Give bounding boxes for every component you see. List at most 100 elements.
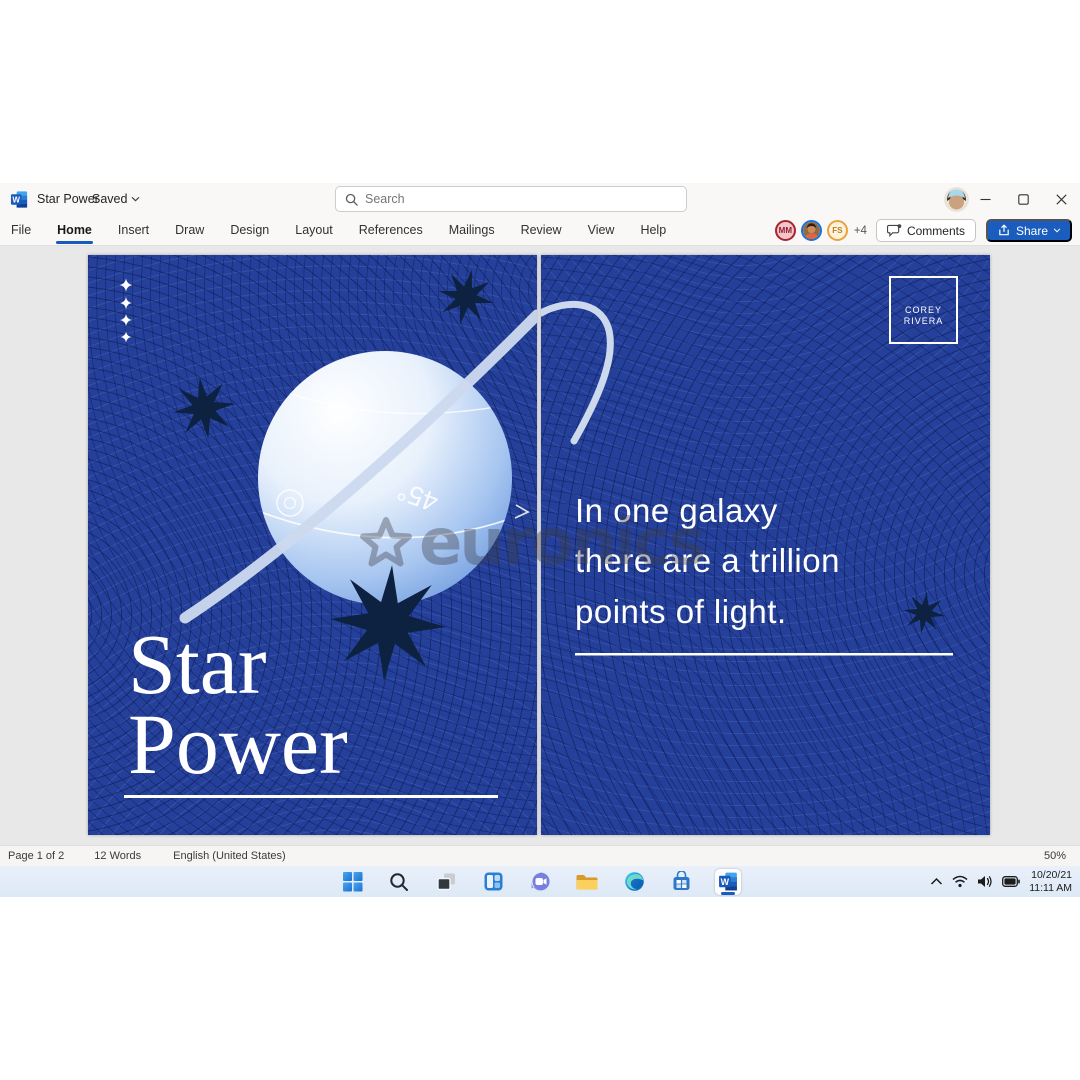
file-explorer-icon <box>576 871 598 892</box>
widgets-button[interactable] <box>480 869 506 895</box>
search-icon <box>345 193 358 206</box>
author-name-line1: COREY <box>905 305 942 315</box>
document-title: Star Power <box>37 192 99 206</box>
page-indicator[interactable]: Page 1 of 2 <box>8 850 64 862</box>
word-taskbar-icon: W <box>718 871 739 892</box>
tray-time: 11:11 AM <box>1029 882 1072 895</box>
taskbar-icons: W <box>339 866 741 897</box>
microsoft-store-button[interactable] <box>668 869 694 895</box>
latitude-arrow-icon <box>515 505 528 518</box>
close-button[interactable] <box>1042 183 1080 216</box>
start-button[interactable] <box>339 869 365 895</box>
save-status-dropdown[interactable]: Saved <box>92 192 140 206</box>
black-star-icon <box>169 373 239 443</box>
maximize-button[interactable] <box>1004 183 1042 216</box>
file-explorer-button[interactable] <box>574 869 600 895</box>
quote-line3: points of light. <box>575 593 787 630</box>
search-box[interactable] <box>335 186 687 212</box>
sparkle-star-icon <box>120 297 132 309</box>
ribbon-tabs: File Home Insert Draw Design Layout Refe… <box>0 217 667 245</box>
collaborator-badge-mm[interactable]: MM <box>775 220 796 241</box>
ribbon-right-cluster: MM FS +4 Comments <box>775 219 1072 242</box>
tab-help[interactable]: Help <box>639 217 667 245</box>
tray-date: 10/20/21 <box>1029 869 1072 882</box>
chat-icon <box>530 871 551 892</box>
sparkle-star-icon <box>120 314 132 326</box>
edge-button[interactable] <box>621 869 647 895</box>
document-canvas: 45° Star Power COREY RIVERA <box>0 246 1080 845</box>
svg-text:W: W <box>12 196 20 205</box>
document-page-2[interactable]: COREY RIVERA In one galaxy there are a t… <box>541 255 990 835</box>
volume-icon[interactable] <box>977 875 993 888</box>
battery-icon[interactable] <box>1002 876 1020 887</box>
close-icon <box>1056 194 1067 205</box>
chevron-down-icon <box>131 196 140 202</box>
quote-underline <box>575 653 953 656</box>
desktop-screen: W Star Power Saved <box>0 0 1080 1080</box>
ribbon-tab-bar: File Home Insert Draw Design Layout Refe… <box>0 216 1080 246</box>
status-bar: Page 1 of 2 12 Words English (United Sta… <box>0 845 1080 866</box>
clock[interactable]: 10/20/21 11:11 AM <box>1029 869 1072 895</box>
minimize-button[interactable] <box>966 183 1004 216</box>
taskbar-search-button[interactable] <box>386 869 412 895</box>
tab-design[interactable]: Design <box>229 217 270 245</box>
task-view-icon <box>436 871 457 892</box>
share-label: Share <box>1016 224 1048 238</box>
author-name-line2: RIVERA <box>904 316 944 326</box>
collaborator-badge-fs[interactable]: FS <box>827 220 848 241</box>
share-button[interactable]: Share <box>986 219 1072 242</box>
black-star-icon <box>433 264 499 330</box>
collaborator-badge-photo[interactable] <box>801 220 822 241</box>
page1-artwork: 45° Star Power <box>88 255 537 835</box>
windows-start-icon <box>342 871 363 892</box>
task-view-button[interactable] <box>433 869 459 895</box>
planet <box>258 351 512 605</box>
word-app-icon: W <box>10 190 29 209</box>
share-icon <box>997 224 1011 237</box>
search-input[interactable] <box>365 192 655 206</box>
tab-file[interactable]: File <box>10 217 32 245</box>
document-page-1[interactable]: 45° Star Power <box>88 255 537 835</box>
share-chevron-icon <box>1053 228 1061 233</box>
tab-references[interactable]: References <box>358 217 424 245</box>
zoom-level[interactable]: 50% <box>1044 850 1066 862</box>
tab-view[interactable]: View <box>587 217 616 245</box>
page2-artwork: COREY RIVERA In one galaxy there are a t… <box>541 255 990 835</box>
save-status-label: Saved <box>92 192 127 206</box>
quote-line2: there are a trillion <box>575 542 840 579</box>
tab-draw[interactable]: Draw <box>174 217 205 245</box>
word-count[interactable]: 12 Words <box>94 850 141 862</box>
microsoft-store-icon <box>671 871 692 892</box>
title-bar: W Star Power Saved <box>0 183 1080 216</box>
taskbar: W 10/20/21 11: <box>0 866 1080 897</box>
sparkle-star-icon <box>121 332 132 343</box>
poster-title-line2: Power <box>128 696 348 792</box>
tab-layout[interactable]: Layout <box>294 217 334 245</box>
comments-icon <box>887 224 902 237</box>
collaborator-overflow[interactable]: +4 <box>854 225 867 237</box>
tab-home[interactable]: Home <box>56 217 93 245</box>
tab-mailings[interactable]: Mailings <box>448 217 496 245</box>
quote-line1: In one galaxy <box>575 492 778 529</box>
orbit-ring-tail <box>541 304 610 441</box>
black-star-icon <box>900 589 947 636</box>
tab-review[interactable]: Review <box>520 217 563 245</box>
language-indicator[interactable]: English (United States) <box>173 850 286 862</box>
comments-label: Comments <box>907 224 965 238</box>
title-underline <box>124 795 498 798</box>
chat-button[interactable] <box>527 869 553 895</box>
system-tray: 10/20/21 11:11 AM <box>930 866 1072 897</box>
word-taskbar-button[interactable]: W <box>715 869 741 895</box>
comments-button[interactable]: Comments <box>876 219 976 242</box>
collaborator-photo <box>803 221 820 240</box>
taskbar-search-icon <box>389 872 409 892</box>
edge-icon <box>624 871 645 892</box>
minimize-icon <box>980 194 991 205</box>
wifi-icon[interactable] <box>952 875 968 888</box>
tray-chevron-up-icon[interactable] <box>930 877 943 886</box>
maximize-icon <box>1018 194 1029 205</box>
sparkle-star-icon <box>120 279 133 292</box>
tab-insert[interactable]: Insert <box>117 217 150 245</box>
svg-text:W: W <box>720 877 729 887</box>
widgets-icon <box>483 871 504 892</box>
